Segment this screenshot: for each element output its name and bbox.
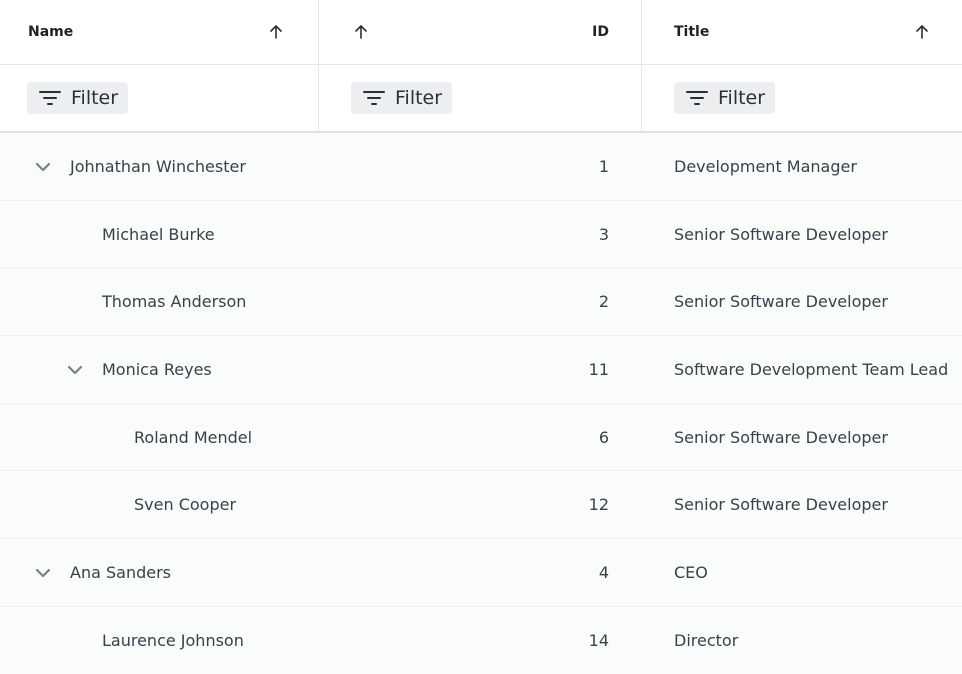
- filter-icon: [363, 91, 385, 105]
- filter-button-id[interactable]: Filter: [351, 82, 453, 114]
- table-row[interactable]: Ana Sanders 4 CEO: [0, 539, 962, 607]
- table-row[interactable]: Sven Cooper 12 Senior Software Developer: [0, 471, 962, 540]
- chevron-down-icon[interactable]: [66, 361, 84, 379]
- column-header-name[interactable]: Name: [28, 0, 73, 64]
- filter-button-label: Filter: [718, 87, 766, 109]
- cell-name: Sven Cooper: [134, 495, 237, 515]
- cell-title: Senior Software Developer: [674, 427, 888, 447]
- cell-name: Michael Burke: [102, 224, 215, 244]
- filter-row: Filter Filter Filter: [0, 65, 962, 133]
- cell-title: Director: [674, 630, 739, 650]
- cell-title: Senior Software Developer: [674, 224, 888, 244]
- filter-button-label: Filter: [395, 87, 443, 109]
- column-header-id[interactable]: ID: [592, 0, 609, 64]
- cell-name: Roland Mendel: [134, 427, 253, 447]
- filter-icon: [686, 91, 708, 105]
- arrow-up-icon[interactable]: [353, 24, 369, 40]
- filter-icon: [39, 91, 61, 105]
- table-row[interactable]: Laurence Johnson 14 Director: [0, 607, 962, 674]
- tree-grid: Name ID Title Filter Filter Filter Johna…: [0, 0, 962, 674]
- cell-name: Johnathan Winchester: [70, 157, 246, 176]
- cell-id: 4: [598, 563, 609, 583]
- chevron-down-icon[interactable]: [34, 158, 52, 176]
- filter-button-name[interactable]: Filter: [27, 82, 129, 114]
- table-row[interactable]: Thomas Anderson 2 Senior Software Develo…: [0, 268, 962, 337]
- table-row[interactable]: Roland Mendel 6 Senior Software Develope…: [0, 404, 962, 472]
- cell-title: CEO: [674, 563, 708, 583]
- column-header-id-label: ID: [592, 24, 609, 40]
- filter-button-label: Filter: [71, 87, 119, 109]
- cell-title: Development Manager: [674, 157, 857, 176]
- column-divider[interactable]: [641, 0, 642, 131]
- cell-id: 2: [598, 292, 609, 312]
- table-row[interactable]: Johnathan Winchester 1 Development Manag…: [0, 133, 962, 201]
- cell-title: Senior Software Developer: [674, 292, 888, 312]
- grid-body: Johnathan Winchester 1 Development Manag…: [0, 133, 962, 674]
- cell-id: 6: [598, 427, 609, 447]
- column-header-name-label: Name: [28, 24, 74, 40]
- column-header-title[interactable]: Title: [674, 0, 709, 64]
- cell-name: Laurence Johnson: [102, 630, 244, 650]
- cell-name: Monica Reyes: [102, 360, 212, 380]
- cell-id: 3: [598, 224, 609, 244]
- header-row: Name ID Title: [0, 0, 962, 65]
- cell-title: Software Development Team Lead: [674, 360, 949, 380]
- filter-button-title[interactable]: Filter: [674, 82, 776, 114]
- column-divider[interactable]: [318, 0, 319, 131]
- arrow-up-icon[interactable]: [914, 24, 930, 40]
- cell-id: 14: [588, 630, 609, 650]
- cell-id: 12: [588, 495, 609, 515]
- cell-name: Ana Sanders: [70, 563, 171, 583]
- chevron-down-icon[interactable]: [34, 564, 52, 582]
- cell-id: 1: [598, 157, 609, 176]
- cell-id: 11: [588, 360, 609, 380]
- table-row[interactable]: Monica Reyes 11 Software Development Tea…: [0, 336, 962, 404]
- column-header-title-label: Title: [674, 24, 710, 40]
- arrow-up-icon[interactable]: [268, 24, 284, 40]
- cell-name: Thomas Anderson: [102, 292, 247, 312]
- table-row[interactable]: Michael Burke 3 Senior Software Develope…: [0, 201, 962, 269]
- cell-title: Senior Software Developer: [674, 495, 888, 515]
